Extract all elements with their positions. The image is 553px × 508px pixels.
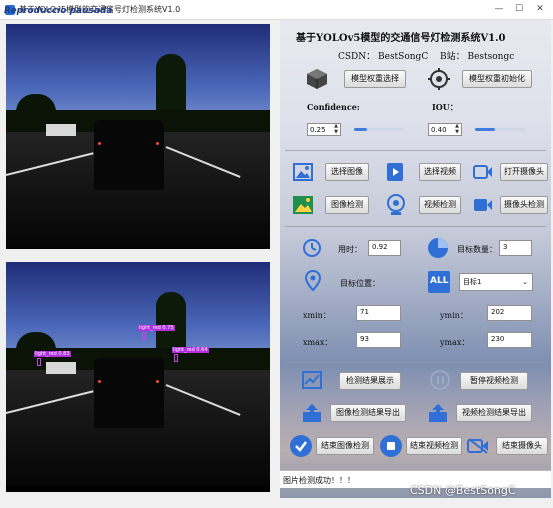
spin-down-icon[interactable]: ▼ bbox=[454, 130, 460, 135]
end-camera-button[interactable]: 结束摄像头 bbox=[496, 437, 548, 455]
watermark: CSDN @BestSongC bbox=[410, 484, 516, 497]
cube-icon bbox=[306, 68, 328, 90]
camera-icon bbox=[473, 164, 493, 180]
confidence-spinbox[interactable]: 0.25 ▲ ▼ bbox=[307, 123, 341, 136]
model-select-button[interactable]: 模型权重选择 bbox=[344, 70, 406, 88]
divider bbox=[285, 226, 546, 227]
video-detect-button[interactable]: 视频检测 bbox=[419, 196, 461, 214]
status-message: 图片检测成功！！！ bbox=[283, 476, 355, 485]
truck bbox=[46, 362, 76, 374]
xmax-label: xmax： bbox=[303, 338, 333, 347]
confidence-value: 0.25 bbox=[310, 126, 326, 134]
iou-slider[interactable] bbox=[475, 127, 525, 133]
webcam-icon bbox=[386, 194, 406, 216]
ymax-field[interactable]: 230 bbox=[487, 332, 532, 348]
pie-chart-icon bbox=[427, 237, 449, 259]
playback-overlay-text: Reproduccio pausada bbox=[4, 6, 113, 16]
line-chart-icon bbox=[302, 371, 322, 389]
detection-box bbox=[142, 332, 146, 340]
export-video-button[interactable]: 视频检测结果导出 bbox=[456, 404, 532, 422]
detection-box bbox=[174, 354, 178, 362]
close-icon[interactable]: ✕ bbox=[533, 2, 547, 16]
location-pin-icon bbox=[304, 269, 322, 292]
tail-light bbox=[98, 380, 101, 383]
spin-down-icon[interactable]: ▼ bbox=[333, 130, 339, 135]
camera-detect-button[interactable]: 摄像头检测 bbox=[500, 196, 548, 214]
count-label: 目标数量： bbox=[457, 245, 497, 254]
confidence-label: Confidence: bbox=[307, 102, 360, 112]
ymin-label: ymin： bbox=[440, 311, 468, 320]
detection-label: light_red 0.83 bbox=[34, 351, 71, 357]
xmax-field[interactable]: 93 bbox=[356, 332, 401, 348]
position-label: 目标位置： bbox=[340, 279, 380, 288]
maximize-icon[interactable]: ☐ bbox=[512, 2, 526, 16]
camera-off-icon bbox=[467, 438, 489, 454]
detection-label: light_red 0.64 bbox=[172, 347, 209, 353]
chevron-down-icon: ⌄ bbox=[522, 278, 528, 286]
window-title-bar: 基于YOLOv5模型的交通信号灯检测系统V1.0 Reproduccio pau… bbox=[0, 0, 553, 20]
confidence-slider[interactable] bbox=[354, 127, 404, 133]
photo-gallery-icon bbox=[292, 195, 314, 215]
ymin-field[interactable]: 202 bbox=[487, 305, 532, 321]
select-video-button[interactable]: 选择视频 bbox=[419, 163, 461, 181]
xmin-field[interactable]: 71 bbox=[356, 305, 401, 321]
open-camera-button[interactable]: 打开摄像头 bbox=[500, 163, 548, 181]
end-image-button[interactable]: 结束图像检测 bbox=[316, 437, 374, 455]
timer-icon bbox=[302, 238, 322, 258]
tail-light bbox=[156, 380, 159, 383]
tail-light bbox=[156, 142, 159, 145]
time-field[interactable]: 0.92 bbox=[368, 240, 401, 256]
all-icon: ALL bbox=[428, 271, 450, 293]
panel-heading: 基于YOLOv5模型的交通信号灯检测系统V1.0 bbox=[296, 33, 506, 44]
detection-box bbox=[37, 358, 41, 366]
result-image-view: light_red 0.75 light_red 0.64 light_red … bbox=[6, 262, 270, 492]
detection-label: light_red 0.75 bbox=[138, 325, 175, 331]
car bbox=[94, 358, 164, 428]
select-image-button[interactable]: 选择图像 bbox=[325, 163, 369, 181]
image-detect-button[interactable]: 图像检测 bbox=[325, 196, 369, 214]
ymax-label: ymax： bbox=[440, 338, 470, 347]
credits-bilibili: B站： Bestsongc bbox=[440, 52, 515, 62]
show-results-button[interactable]: 检测结果展示 bbox=[339, 372, 401, 390]
count-field[interactable]: 3 bbox=[499, 240, 532, 256]
truck bbox=[46, 124, 76, 136]
tail-light bbox=[98, 142, 101, 145]
end-video-button[interactable]: 结束视频检测 bbox=[406, 437, 462, 455]
image-icon bbox=[293, 163, 313, 181]
crosshair-icon bbox=[428, 68, 450, 90]
export-icon bbox=[302, 403, 322, 423]
target-select-value: 目标1 bbox=[463, 278, 482, 286]
iou-label: IOU： bbox=[432, 102, 458, 112]
original-image-view bbox=[6, 24, 270, 249]
iou-spinbox[interactable]: 0.40 ▲ ▼ bbox=[428, 123, 462, 136]
iou-value: 0.40 bbox=[431, 126, 447, 134]
tree bbox=[156, 54, 186, 114]
pause-icon bbox=[430, 370, 450, 390]
check-circle-icon bbox=[290, 435, 312, 457]
stop-circle-icon bbox=[380, 435, 402, 457]
video-file-icon bbox=[386, 162, 404, 182]
time-label: 用时： bbox=[338, 245, 362, 254]
divider bbox=[285, 150, 546, 151]
control-panel bbox=[280, 20, 551, 498]
divider bbox=[285, 362, 546, 363]
target-select[interactable]: 目标1 ⌄ bbox=[459, 273, 533, 291]
minimize-icon[interactable]: — bbox=[492, 2, 506, 16]
credits-csdn: CSDN： BestSongC bbox=[338, 52, 429, 62]
export-image-button[interactable]: 图像检测结果导出 bbox=[330, 404, 406, 422]
slider-fill bbox=[475, 128, 495, 131]
xmin-label: xmin： bbox=[303, 311, 331, 320]
export-icon bbox=[428, 403, 448, 423]
car bbox=[94, 120, 164, 190]
slider-fill bbox=[354, 128, 367, 131]
tree bbox=[156, 292, 186, 352]
model-init-button[interactable]: 模型权重初始化 bbox=[462, 70, 532, 88]
pause-video-button[interactable]: 暂停视频检测 bbox=[460, 372, 528, 390]
video-camera-icon bbox=[473, 197, 493, 213]
